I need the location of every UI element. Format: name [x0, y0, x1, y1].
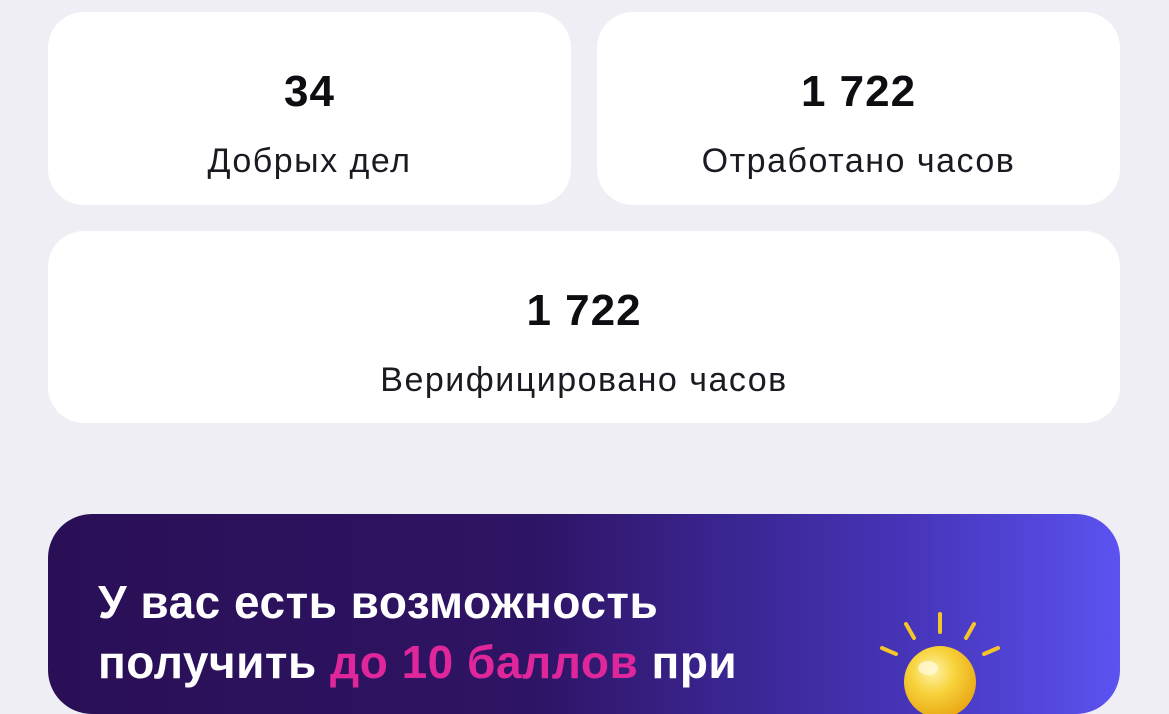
promo-line-1: У вас есть возможность	[98, 576, 659, 628]
promo-banner[interactable]: У вас есть возможность получить до 10 ба…	[48, 514, 1120, 714]
stat-label-hours-worked: Отработано часов	[701, 142, 1016, 180]
stat-value-good-deeds: 34	[284, 67, 335, 116]
stat-label-good-deeds: Добрых дел	[207, 142, 412, 180]
lightbulb-icon	[880, 612, 1000, 714]
stat-card-good-deeds[interactable]: 34 Добрых дел	[48, 12, 571, 205]
stat-card-hours-verified[interactable]: 1 722 Верифицировано часов	[48, 231, 1120, 423]
stat-card-hours-worked[interactable]: 1 722 Отработано часов	[597, 12, 1120, 205]
promo-line-2-end: при	[638, 636, 738, 688]
promo-points-highlight: до 10 баллов	[330, 636, 639, 688]
stat-value-hours-verified: 1 722	[526, 286, 642, 335]
stat-label-hours-verified: Верифицировано часов	[380, 361, 788, 399]
promo-line-2-start: получить	[98, 636, 331, 688]
promo-text: У вас есть возможность получить до 10 ба…	[98, 572, 798, 692]
stat-value-hours-worked: 1 722	[800, 67, 917, 116]
